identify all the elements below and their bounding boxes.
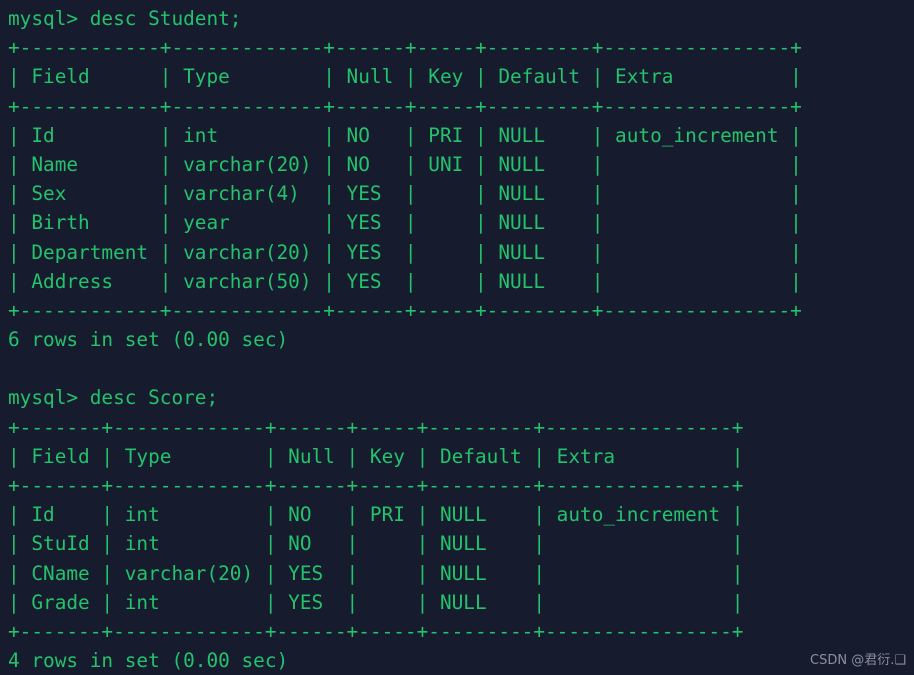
terminal-line-table-border: +------------+-------------+------+-----… xyxy=(8,298,802,322)
terminal-line-table-border: +-------+-------------+------+-----+----… xyxy=(8,474,744,497)
terminal-line-table-row: | Name | varchar(20) | NO | UNI | NULL |… xyxy=(8,152,802,176)
terminal-line-table-border: +-------+-------------+------+-----+----… xyxy=(8,619,744,643)
terminal-line-table-border: +------------+-------------+------+-----… xyxy=(8,94,802,118)
terminal-line-table-row: | Birth | year | YES | | NULL | | xyxy=(8,211,802,235)
terminal-line-table-header: | Field | Type | Null | Key | Default | … xyxy=(8,444,744,468)
terminal-window[interactable]: mysql> desc Student; +------------+-----… xyxy=(0,0,914,675)
csdn-watermark: CSDN @君衍.❑ xyxy=(810,653,906,668)
terminal-line-table-row: | Id | int | NO | PRI | NULL | auto_incr… xyxy=(8,503,744,527)
terminal-line-table-row: | Id | int | NO | PRI | NULL | auto_incr… xyxy=(8,123,802,147)
terminal-line-prompt-1: mysql> desc Student; xyxy=(8,7,242,30)
terminal-line-prompt-2: mysql> desc Score; xyxy=(8,386,219,410)
terminal-line-table-row: | Sex | varchar(4) | YES | | NULL | | xyxy=(8,182,802,206)
terminal-line-table-row: | CName | varchar(20) | YES | | NULL | | xyxy=(8,561,744,585)
terminal-line-table-border: +------------+-------------+------+-----… xyxy=(8,36,802,60)
terminal-line-status: 6 rows in set (0.00 sec) xyxy=(8,328,289,352)
terminal-line-table-row: | StuId | int | NO | | NULL | | xyxy=(8,532,744,556)
terminal-line-table-border: +-------+-------------+------+-----+----… xyxy=(8,415,744,439)
terminal-line-table-row: | Department | varchar(20) | YES | | NUL… xyxy=(8,240,802,264)
terminal-line-table-header: | Field | Type | Null | Key | Default | … xyxy=(8,65,802,89)
terminal-line-table-row: | Grade | int | YES | | NULL | | xyxy=(8,590,744,614)
terminal-line-status: 4 rows in set (0.00 sec) xyxy=(8,649,289,673)
terminal-line-table-row: | Address | varchar(50) | YES | | NULL |… xyxy=(8,269,802,293)
